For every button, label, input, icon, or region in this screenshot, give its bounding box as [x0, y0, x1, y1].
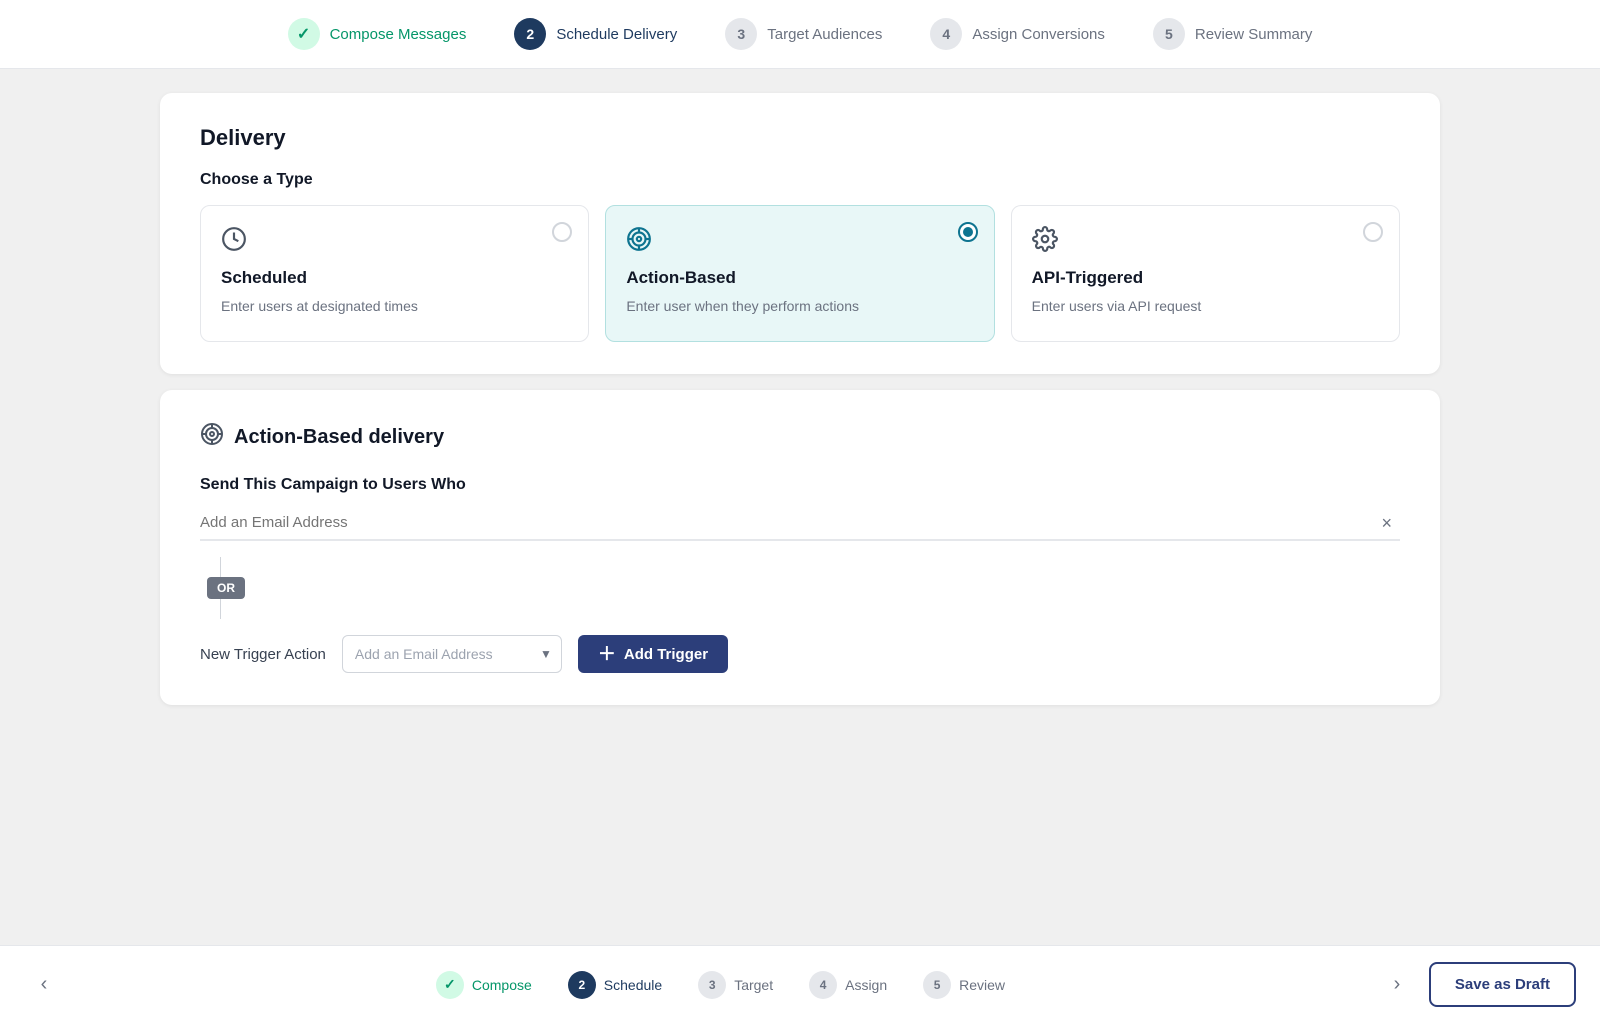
step-circle-compose: ✓: [288, 18, 320, 50]
bottom-step-assign[interactable]: 4 Assign: [809, 971, 887, 999]
add-trigger-label: Add Trigger: [624, 646, 708, 663]
step-compose[interactable]: ✓ Compose Messages: [288, 18, 467, 50]
action-based-header: Action-Based delivery: [200, 422, 1400, 452]
email-input[interactable]: [200, 506, 1400, 541]
step-label-compose: Compose Messages: [330, 26, 467, 43]
radio-action-based[interactable]: [958, 222, 978, 242]
option-api-title: API-Triggered: [1032, 268, 1379, 288]
radio-api-triggered[interactable]: [1363, 222, 1383, 242]
bottom-step-target[interactable]: 3 Target: [698, 971, 773, 999]
radio-scheduled[interactable]: [552, 222, 572, 242]
bottom-label-assign: Assign: [845, 977, 887, 993]
send-label: Send This Campaign to Users Who: [200, 476, 1400, 494]
save-draft-button[interactable]: Save as Draft: [1429, 962, 1576, 1007]
delivery-options: Scheduled Enter users at designated time…: [200, 205, 1400, 342]
action-based-icon: [200, 422, 224, 452]
option-action-title: Action-Based: [626, 268, 973, 288]
bottom-step-review[interactable]: 5 Review: [923, 971, 1005, 999]
gear-icon: [1032, 226, 1379, 258]
or-badge: OR: [207, 577, 245, 599]
step-label-review: Review Summary: [1195, 26, 1313, 43]
bottom-circle-review: 5: [923, 971, 951, 999]
bottom-label-compose: Compose: [472, 977, 532, 993]
bottom-circle-assign: 4: [809, 971, 837, 999]
bottom-label-review: Review: [959, 977, 1005, 993]
email-input-row: ×: [200, 506, 1400, 541]
delivery-card: Delivery Choose a Type Scheduled Enter u…: [160, 93, 1440, 374]
step-circle-review: 5: [1153, 18, 1185, 50]
option-action-desc: Enter user when they perform actions: [626, 296, 973, 317]
option-action-based[interactable]: Action-Based Enter user when they perfor…: [605, 205, 994, 342]
target-icon: [626, 226, 973, 258]
trigger-select[interactable]: Add an Email Address: [342, 635, 562, 673]
step-label-assign: Assign Conversions: [972, 26, 1105, 43]
bottom-label-schedule: Schedule: [604, 977, 662, 993]
prev-button[interactable]: ‹: [24, 965, 64, 1005]
add-trigger-button[interactable]: ＋ Add Trigger: [578, 635, 728, 673]
close-button[interactable]: ×: [1373, 509, 1400, 538]
choose-type-label: Choose a Type: [200, 171, 1400, 189]
step-label-schedule: Schedule Delivery: [556, 26, 677, 43]
action-based-title: Action-Based delivery: [234, 426, 444, 449]
action-based-card: Action-Based delivery Send This Campaign…: [160, 390, 1440, 705]
main-content: Delivery Choose a Type Scheduled Enter u…: [0, 69, 1600, 945]
delivery-title: Delivery: [200, 125, 1400, 151]
step-circle-assign: 4: [930, 18, 962, 50]
step-circle-target: 3: [725, 18, 757, 50]
or-divider: OR: [200, 557, 1400, 619]
bottom-step-schedule[interactable]: 2 Schedule: [568, 971, 662, 999]
step-label-target: Target Audiences: [767, 26, 882, 43]
next-button[interactable]: ›: [1377, 965, 1417, 1005]
step-schedule[interactable]: 2 Schedule Delivery: [514, 18, 677, 50]
trigger-select-wrapper: Add an Email Address ▼: [342, 635, 562, 673]
step-target[interactable]: 3 Target Audiences: [725, 18, 882, 50]
bottom-circle-target: 3: [698, 971, 726, 999]
option-scheduled-desc: Enter users at designated times: [221, 296, 568, 317]
option-api-triggered[interactable]: API-Triggered Enter users via API reques…: [1011, 205, 1400, 342]
bottom-stepper: ✓ Compose 2 Schedule 3 Target 4 Assign 5…: [436, 971, 1005, 999]
step-assign[interactable]: 4 Assign Conversions: [930, 18, 1105, 50]
option-scheduled[interactable]: Scheduled Enter users at designated time…: [200, 205, 589, 342]
bottom-circle-compose: ✓: [436, 971, 464, 999]
top-stepper: ✓ Compose Messages 2 Schedule Delivery 3…: [0, 0, 1600, 69]
bottom-bar: ‹ ✓ Compose 2 Schedule 3 Target 4 Assign…: [0, 945, 1600, 1023]
plus-icon: ＋: [598, 645, 616, 663]
clock-icon: [221, 226, 568, 258]
bottom-circle-schedule: 2: [568, 971, 596, 999]
bottom-label-target: Target: [734, 977, 773, 993]
bottom-step-compose[interactable]: ✓ Compose: [436, 971, 532, 999]
step-circle-schedule: 2: [514, 18, 546, 50]
trigger-label: New Trigger Action: [200, 646, 326, 663]
step-review[interactable]: 5 Review Summary: [1153, 18, 1313, 50]
option-api-desc: Enter users via API request: [1032, 296, 1379, 317]
trigger-row: New Trigger Action Add an Email Address …: [200, 635, 1400, 673]
option-scheduled-title: Scheduled: [221, 268, 568, 288]
